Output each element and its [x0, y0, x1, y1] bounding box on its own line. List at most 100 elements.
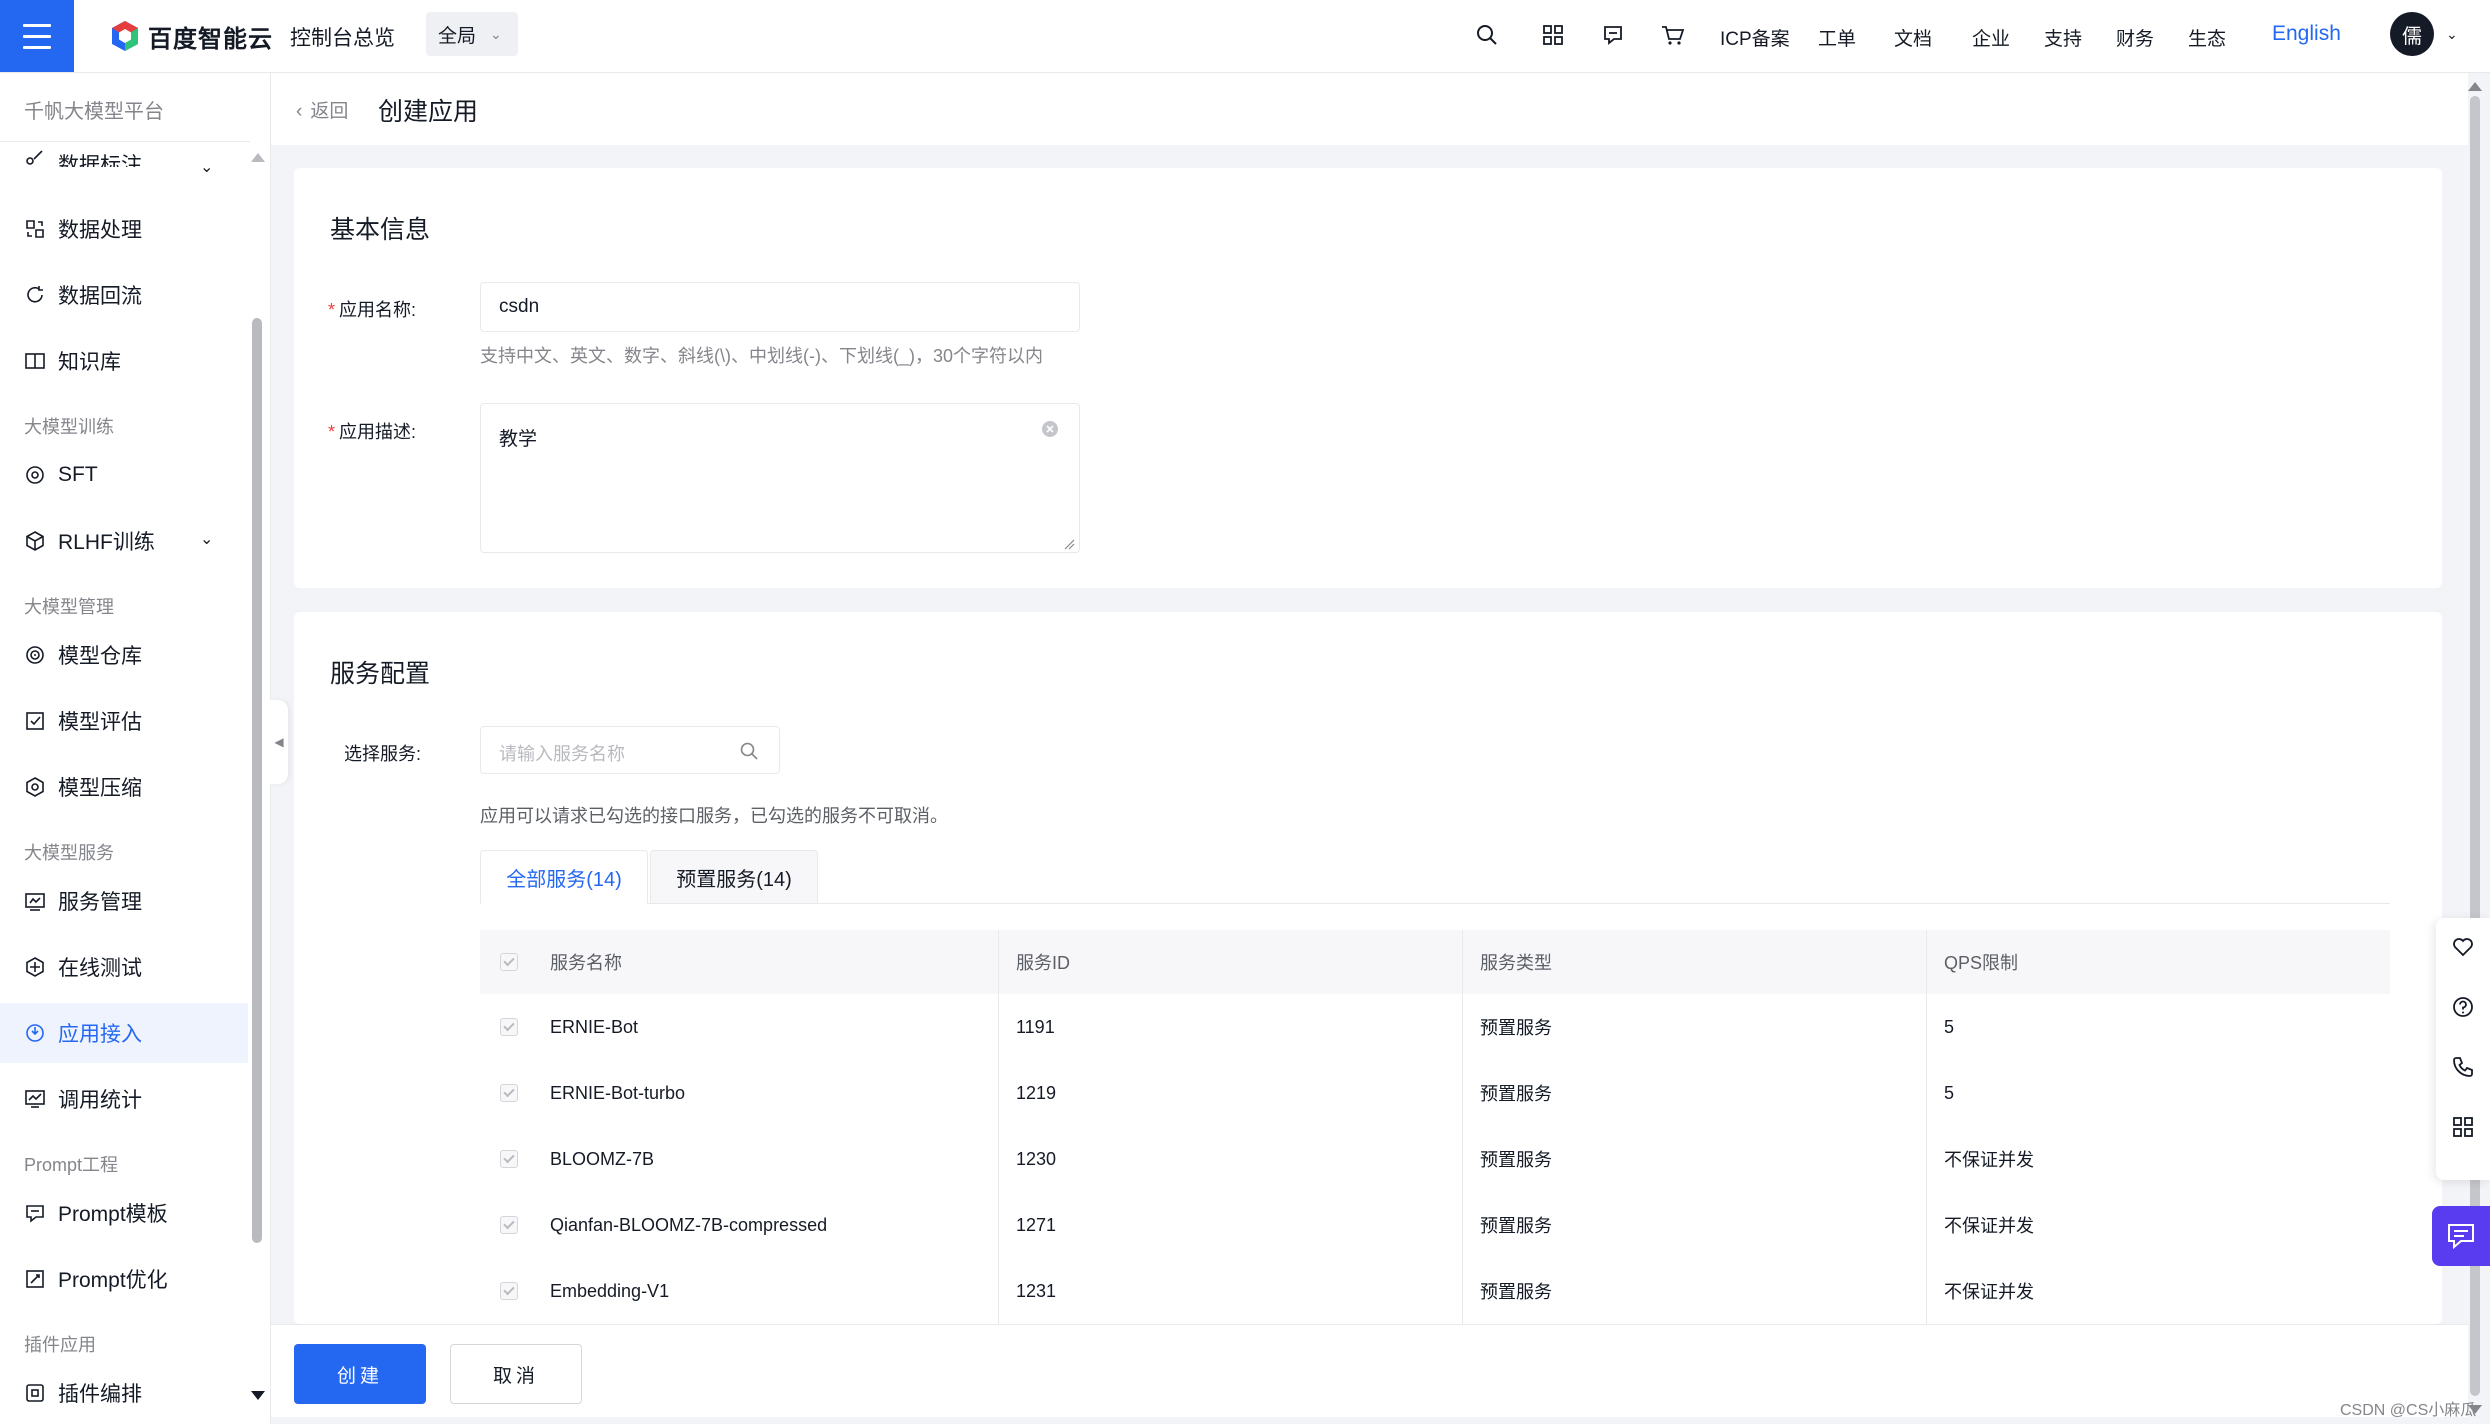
book-icon	[25, 353, 45, 369]
row-checkbox[interactable]	[500, 1258, 518, 1324]
required-mark: *	[328, 422, 336, 442]
sidebar-collapse-handle[interactable]: ◀	[270, 700, 288, 784]
region-select[interactable]: 全局 ⌄	[426, 12, 518, 56]
app-name-label: * 应用名称:	[328, 296, 416, 322]
search-icon[interactable]	[739, 741, 759, 761]
apps-grid-icon[interactable]	[1538, 20, 1568, 50]
cell-service-type: 预置服务	[1480, 1282, 1552, 1302]
sidebar-item-label: 知识库	[58, 351, 121, 374]
cell-service-type: 预置服务	[1480, 1216, 1552, 1236]
divider	[0, 141, 250, 142]
grid-icon[interactable]	[2450, 1114, 2476, 1140]
scroll-up-arrow[interactable]	[2468, 82, 2482, 91]
sidebar-item-data-processing[interactable]: 数据处理	[24, 209, 142, 249]
scroll-up-arrow[interactable]	[251, 153, 265, 162]
nav-icp[interactable]: ICP备案	[1720, 24, 1790, 51]
sidebar-item-data-annotation[interactable]: 数据标注	[24, 143, 142, 167]
row-checkbox[interactable]	[500, 994, 518, 1060]
sidebar-item-data-backflow[interactable]: 数据回流	[24, 275, 142, 315]
row-checkbox[interactable]	[500, 1126, 518, 1192]
scroll-down-arrow[interactable]	[251, 1391, 265, 1400]
console-overview-link[interactable]: 控制台总览	[290, 22, 395, 52]
phone-icon[interactable]	[2450, 1054, 2476, 1080]
help-icon[interactable]	[2450, 994, 2476, 1020]
col-qps-limit: QPS限制	[1944, 953, 2019, 973]
app-desc-value: 教学	[499, 429, 538, 450]
sidebar-item-label: 应用接入	[58, 1023, 142, 1046]
chevron-down-icon[interactable]: ⌄	[200, 529, 213, 549]
sidebar-item-model-repo[interactable]: 模型仓库	[24, 635, 142, 675]
search-icon[interactable]	[1472, 20, 1502, 50]
sidebar-item-label: 模型仓库	[58, 645, 142, 668]
heart-icon[interactable]	[2450, 934, 2476, 960]
compress-icon	[26, 777, 44, 797]
sidebar-item-label: 模型压缩	[58, 777, 142, 800]
brand-logo[interactable]: 百度智能云	[110, 18, 273, 54]
nav-docs[interactable]: 文档	[1894, 24, 1932, 51]
table-row: ERNIE-Bot-turbo 1219 预置服务 5	[480, 1060, 2390, 1127]
tab-preset-services[interactable]: 预置服务(14)	[650, 850, 818, 904]
sidebar-item-label: Prompt模板	[58, 1203, 168, 1226]
sidebar-item-online-test[interactable]: 在线测试	[24, 947, 142, 987]
language-switch[interactable]: English	[2272, 22, 2341, 46]
cancel-button[interactable]: 取消	[450, 1344, 582, 1404]
tab-all-services[interactable]: 全部服务(14)	[480, 850, 648, 904]
cell-service-name: ERNIE-Bot	[550, 1016, 639, 1037]
sidebar-item-prompt-template[interactable]: Prompt模板	[24, 1193, 168, 1233]
service-note: 应用可以请求已勾选的接口服务，已勾选的服务不可取消。	[480, 806, 948, 826]
cell-service-id: 1191	[1016, 1016, 1055, 1037]
sidebar-item-knowledge-base[interactable]: 知识库	[24, 341, 121, 381]
cell-service-name: Qianfan-BLOOMZ-7B-compressed	[550, 1214, 828, 1235]
scroll-down-arrow[interactable]	[2468, 1405, 2482, 1414]
chat-support-button[interactable]	[2432, 1206, 2490, 1266]
sft-icon	[26, 466, 44, 484]
col-service-type: 服务类型	[1480, 953, 1552, 973]
sidebar-item-model-eval[interactable]: 模型评估	[24, 701, 142, 741]
app-name-hint: 支持中文、英文、数字、斜线(\)、中划线(-)、下划线(_)，30个字符以内	[480, 346, 1043, 366]
sidebar-item-prompt-optimize[interactable]: Prompt优化	[24, 1259, 168, 1299]
service-manage-icon	[25, 893, 45, 911]
cell-service-id: 1271	[1016, 1214, 1057, 1235]
app-desc-textarea[interactable]: 教学	[480, 403, 1080, 553]
chevron-down-icon[interactable]: ⌄	[2446, 26, 2458, 43]
resize-handle-icon[interactable]	[1063, 538, 1075, 550]
nav-ecosystem[interactable]: 生态	[2188, 24, 2226, 51]
service-search-input[interactable]: 请输入服务名称	[480, 726, 780, 774]
back-link[interactable]: ‹ 返回	[296, 96, 348, 123]
sidebar-item-label: 数据回流	[58, 285, 142, 308]
nav-ticket[interactable]: 工单	[1818, 24, 1856, 51]
sidebar-item-app-access[interactable]: 应用接入	[24, 1013, 142, 1053]
clear-icon[interactable]	[1041, 420, 1059, 438]
select-all-checkbox[interactable]	[500, 930, 518, 994]
page-title: 创建应用	[378, 98, 479, 126]
app-access-icon	[26, 1024, 44, 1042]
group-prompt: Prompt工程	[24, 1155, 119, 1175]
cell-service-id: 1230	[1016, 1148, 1057, 1169]
cart-icon[interactable]	[1658, 20, 1688, 50]
sidebar-item-model-compress[interactable]: 模型压缩	[24, 767, 142, 807]
main-scrollbar-thumb[interactable]	[2470, 96, 2480, 1396]
chevron-down-icon[interactable]: ⌄	[200, 157, 213, 177]
nav-enterprise[interactable]: 企业	[1972, 24, 2010, 51]
avatar[interactable]: 儒	[2390, 12, 2434, 56]
sidebar-item-label: Prompt优化	[58, 1269, 168, 1292]
hamburger-menu-button[interactable]	[0, 0, 74, 72]
nav-support[interactable]: 支持	[2044, 24, 2082, 51]
sidebar-item-rlhf[interactable]: RLHF训练	[24, 521, 155, 561]
cell-qps-limit: 5	[1944, 1016, 1955, 1037]
sidebar-item-sft[interactable]: SFT	[24, 455, 98, 495]
online-test-icon	[26, 957, 44, 977]
create-button[interactable]: 创建	[294, 1344, 426, 1404]
sidebar-item-label: 数据处理	[58, 219, 142, 242]
sidebar-item-service-manage[interactable]: 服务管理	[24, 881, 142, 921]
sidebar-scrollbar-thumb[interactable]	[252, 318, 262, 1243]
row-checkbox[interactable]	[500, 1192, 518, 1258]
cell-qps-limit: 不保证并发	[1944, 1282, 2034, 1302]
message-icon[interactable]	[1598, 20, 1628, 50]
nav-finance[interactable]: 财务	[2116, 24, 2154, 51]
row-checkbox[interactable]	[500, 1060, 518, 1126]
sidebar-item-plugin-orchestration[interactable]: 插件编排	[24, 1373, 142, 1413]
group-model-manage: 大模型管理	[24, 597, 114, 617]
sidebar-item-call-stats[interactable]: 调用统计	[24, 1079, 142, 1119]
app-name-input[interactable]: csdn	[480, 282, 1080, 332]
